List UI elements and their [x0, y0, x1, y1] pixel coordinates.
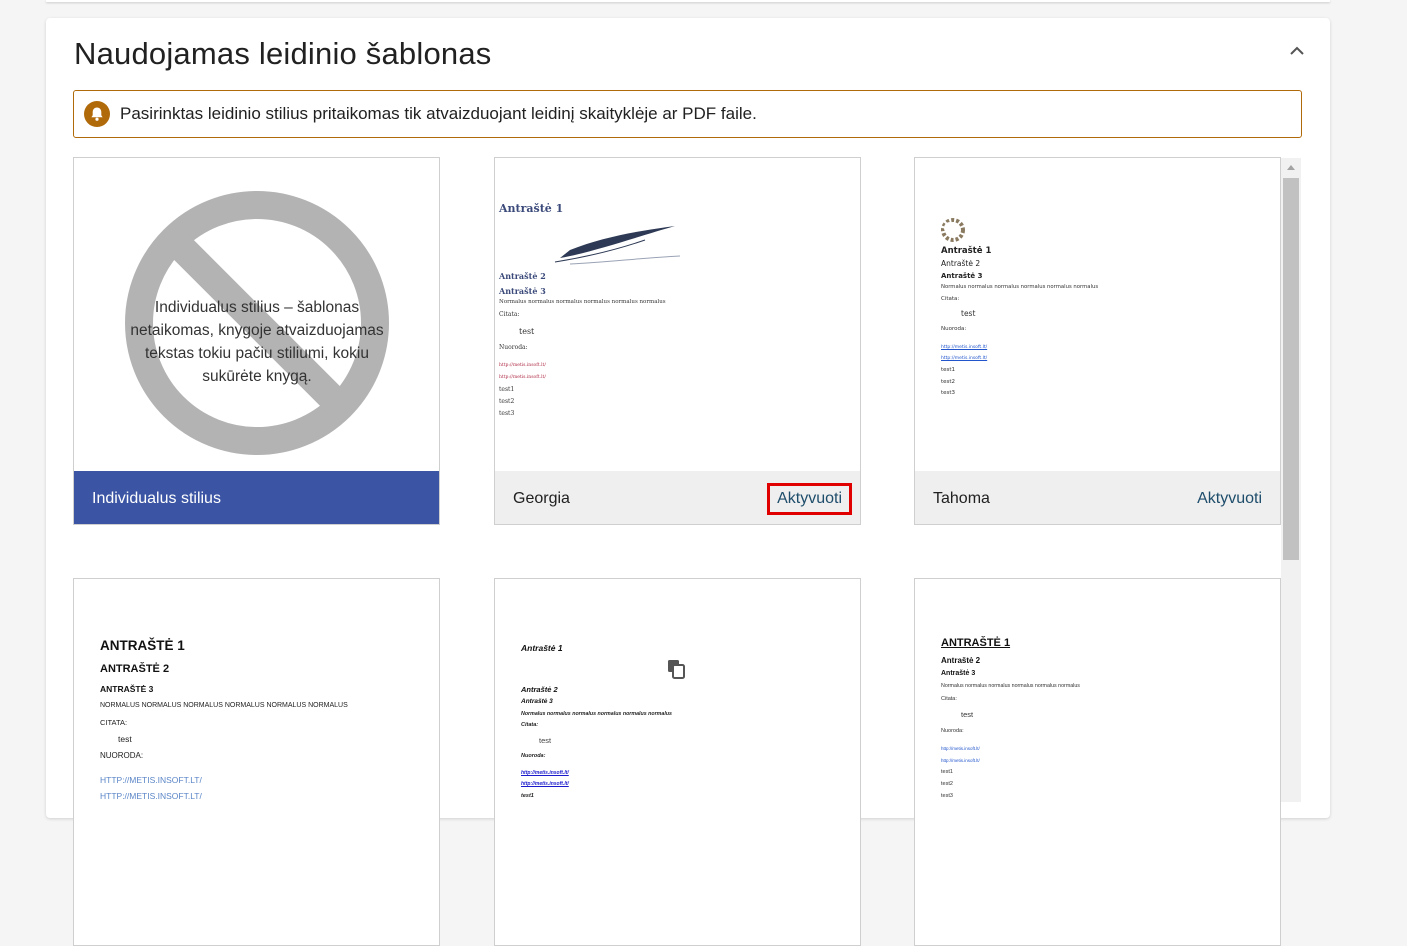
preview-normal-text: Normalus normalus normalus normalus norm… [499, 299, 666, 305]
preview-heading-2: Antraštė 2 [499, 271, 546, 281]
preview-heading-1: Antraštė 1 [499, 202, 564, 215]
template-preview: ANTRAŠTĖ 1 ANTRAŠTĖ 2 ANTRAŠTĖ 3 NORMALU… [74, 579, 439, 892]
template-preview: Antraštė 1 Antraštė 2 Antraštė 3 Normalu… [915, 158, 1280, 471]
template-preview: ANTRAŠTĖ 1 Antraštė 2 Antraštė 3 Normalu… [915, 579, 1280, 892]
notice-text: Pasirinktas leidinio stilius pritaikomas… [120, 104, 757, 123]
preview-list-item: test1 [499, 386, 515, 393]
preview-link: http://metis.insoft.lt/ [941, 356, 988, 361]
preview-heading-2: Antraštė 2 [521, 685, 558, 694]
preview-citata: Citata: [941, 696, 957, 702]
preview-nuoroda: Nuoroda: [499, 344, 528, 351]
preview-quote: test [118, 734, 132, 744]
panel-title: Naudojamas leidinio šablonas [74, 36, 492, 71]
preview-link: http://metis.insoft.lt/ [499, 363, 546, 368]
preview-list-item: test1 [521, 793, 534, 799]
preview-list-item: test1 [941, 367, 956, 373]
preview-list-item: test3 [941, 390, 956, 396]
feather-icon [554, 226, 681, 265]
preview-citata: CITATA: [100, 718, 128, 727]
preview-citata: Citata: [521, 722, 539, 728]
preview-list-item: test2 [941, 781, 953, 787]
preview-link: HTTP://METIS.INSOFT.LT/ [100, 791, 202, 801]
template-card-underlined[interactable]: ANTRAŠTĖ 1 Antraštė 2 Antraštė 3 Normalu… [914, 578, 1281, 946]
preview-nuoroda: NUORODA: [100, 751, 144, 760]
copy-icon [668, 660, 685, 679]
preview-list-item: test1 [941, 769, 953, 775]
activate-button[interactable]: Aktyvuoti [767, 482, 852, 515]
card-footer: Georgia 9. Aktyvuoti [495, 471, 860, 524]
preview-link: http://metis.insoft.lt/ [941, 345, 988, 350]
template-card-individual[interactable]: Individualus stilius – šablonas netaikom… [73, 157, 440, 525]
preview-nuoroda: Nuoroda: [521, 753, 546, 759]
preview-citata: Citata: [941, 296, 960, 302]
activate-button[interactable]: Aktyvuoti [1190, 486, 1269, 512]
preview-list-item: test3 [941, 793, 953, 799]
preview-link: http://metis.insoft.lt/ [941, 746, 980, 751]
preview-nuoroda: Nuoroda: [941, 728, 964, 734]
preview-heading-3: ANTRAŠTĖ 3 [100, 684, 154, 694]
preview-heading-1: ANTRAŠTĖ 1 [100, 638, 185, 653]
template-preview: Antraštė 1 Antraštė 2 Antraštė 3 Normalu… [495, 158, 860, 471]
template-card-uppercase[interactable]: ANTRAŠTĖ 1 ANTRAŠTĖ 2 ANTRAŠTĖ 3 NORMALU… [73, 578, 440, 946]
scroll-thumb[interactable] [1283, 178, 1299, 560]
logo-icon [941, 218, 965, 242]
preview-heading-3: Antraštė 3 [521, 698, 553, 705]
template-card-georgia[interactable]: Antraštė 1 Antraštė 2 Antraštė 3 Normalu… [494, 157, 861, 525]
template-name: Tahoma [933, 489, 990, 507]
preview-nuoroda: Nuoroda: [941, 326, 967, 332]
info-notice: Pasirinktas leidinio stilius pritaikomas… [73, 90, 1302, 138]
preview-heading-3: Antraštė 3 [941, 670, 976, 677]
preview-normal-text: Normalus normalus normalus normalus norm… [521, 711, 672, 717]
preview-heading-2: Antraštė 2 [941, 259, 981, 268]
preview-link: http://metis.insoft.lt/ [521, 770, 569, 776]
preview-list-item: test2 [941, 379, 956, 385]
preview-heading-3: Antraštė 3 [499, 286, 546, 296]
preview-quote: test [961, 710, 974, 719]
preview-quote: test [961, 309, 976, 318]
preview-quote: test [519, 327, 535, 336]
preview-normal-text: NORMALUS NORMALUS NORMALUS NORMALUS NORM… [100, 702, 348, 709]
template-name: Georgia [513, 489, 570, 507]
preview-heading-1: Antraštė 1 [941, 246, 992, 256]
preview-link: http://metis.insoft.lt/ [521, 781, 569, 787]
card-footer: Individualus stilius [74, 471, 439, 524]
previous-panel-edge [46, 0, 1330, 2]
preview-link: http://metis.insoft.lt/ [941, 758, 980, 763]
preview-heading-2: ANTRAŠTĖ 2 [100, 663, 170, 675]
templates-scrollbar[interactable] [1281, 158, 1301, 802]
individual-style-description: Individualus stilius – šablonas netaikom… [130, 299, 384, 385]
preview-link: HTTP://METIS.INSOFT.LT/ [100, 775, 202, 785]
chevron-up-icon [1290, 46, 1304, 55]
preview-heading-1: Antraštė 1 [521, 643, 563, 653]
template-name: Individualus stilius [92, 489, 221, 507]
preview-normal-text: Normalus normalus normalus normalus norm… [941, 284, 1099, 290]
preview-list-item: test2 [499, 398, 515, 405]
template-card-italic[interactable]: Antraštė 1 Antraštė 2 Antraštė 3 Normalu… [494, 578, 861, 946]
template-preview: Antraštė 1 Antraštė 2 Antraštė 3 Normalu… [495, 579, 860, 892]
template-preview: Individualus stilius – šablonas netaikom… [74, 158, 439, 471]
card-footer: Tahoma Aktyvuoti [915, 471, 1280, 524]
collapse-button[interactable] [1286, 40, 1308, 62]
preview-link: http://metis.insoft.lt/ [499, 375, 546, 380]
scroll-up-arrow-icon[interactable] [1281, 158, 1301, 176]
preview-normal-text: Normalus normalus normalus normalus norm… [941, 683, 1080, 689]
preview-heading-1: ANTRAŠTĖ 1 [941, 637, 1011, 649]
bell-icon [84, 101, 110, 127]
preview-list-item: test3 [499, 410, 515, 417]
preview-heading-2: Antraštė 2 [941, 656, 981, 665]
preview-heading-3: Antraštė 3 [941, 272, 983, 280]
template-card-tahoma[interactable]: Antraštė 1 Antraštė 2 Antraštė 3 Normalu… [914, 157, 1281, 525]
preview-quote: test [539, 736, 552, 745]
preview-citata: Citata: [499, 311, 520, 318]
